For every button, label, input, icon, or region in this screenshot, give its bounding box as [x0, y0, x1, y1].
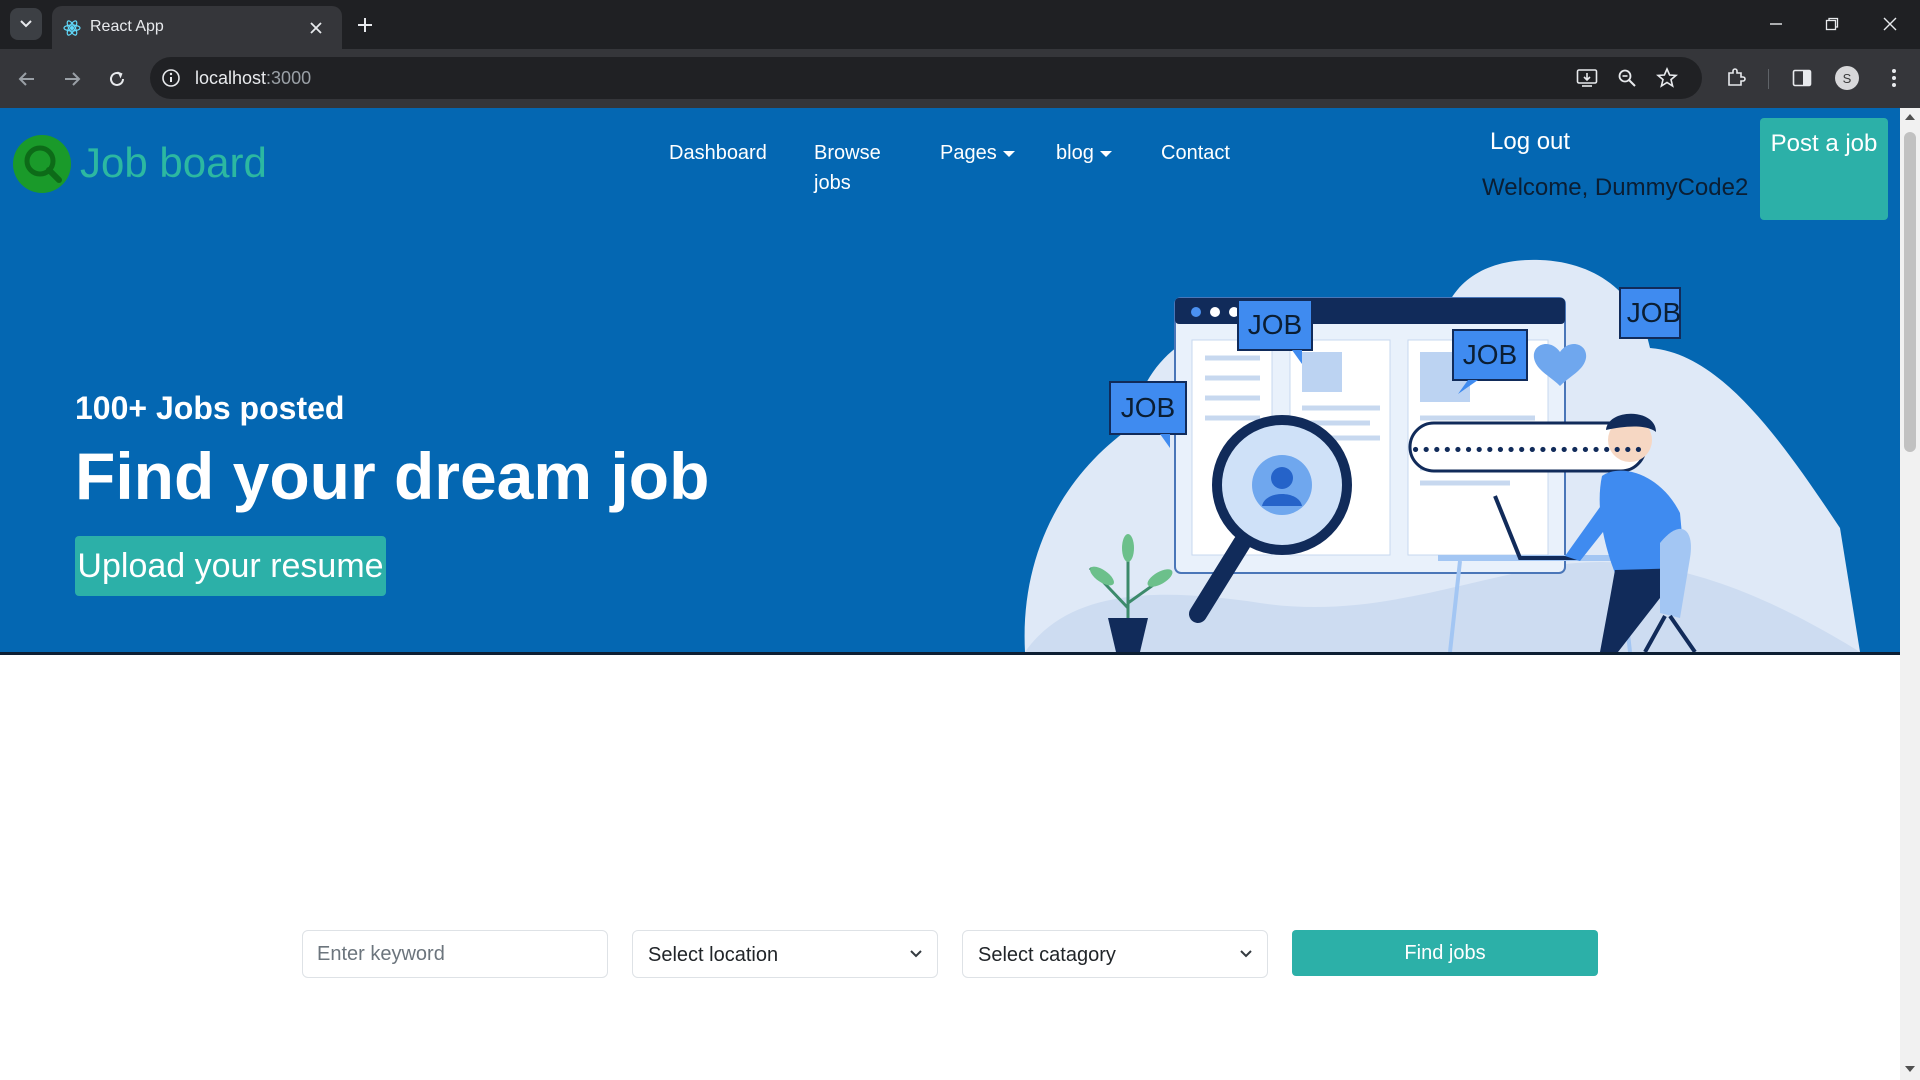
puzzle-icon [1728, 68, 1746, 86]
reload-button[interactable] [100, 62, 134, 96]
nav-browse-jobs[interactable]: Browse jobs [814, 138, 904, 198]
chevron-down-icon [20, 20, 32, 28]
job-bubble-label: JOB [1248, 309, 1302, 340]
scrollbar-thumb[interactable] [1904, 132, 1916, 452]
caret-down-icon [1002, 150, 1015, 157]
close-window-button[interactable] [1870, 10, 1910, 38]
side-panel-button[interactable] [1785, 61, 1819, 95]
url-host: localhost [195, 68, 267, 88]
keyword-input[interactable] [302, 930, 608, 978]
browser-tab[interactable]: React App [52, 6, 342, 49]
extensions-button[interactable] [1719, 61, 1753, 95]
url-port: :3000 [266, 68, 312, 88]
zoom-button[interactable] [1610, 61, 1644, 95]
logo-text[interactable]: Job board [80, 138, 267, 188]
star-icon [1656, 67, 1678, 88]
job-bubble-label: JOB [1121, 392, 1175, 423]
site-info-icon[interactable] [160, 67, 182, 89]
category-select-label: Select catagory [978, 944, 1116, 966]
password-dots: •••••••••••••••••••••• [1410, 440, 1644, 461]
logout-link[interactable]: Log out [1490, 126, 1570, 158]
upload-resume-button[interactable]: Upload your resume [75, 536, 386, 596]
job-bubble-label: JOB [1627, 297, 1681, 328]
nav-contact[interactable]: Contact [1161, 138, 1230, 168]
avatar: S [1835, 66, 1859, 90]
post-job-button[interactable]: Post a job [1760, 118, 1888, 220]
job-bubble-label: JOB [1463, 339, 1517, 370]
job-search-illustration: JOB JOB JOB JOB •••••••••••••••••••••• [1024, 259, 1860, 652]
address-bar[interactable]: localhost:3000 [150, 57, 1702, 99]
install-app-button[interactable] [1570, 61, 1604, 95]
nav-blog-dropdown[interactable]: blog [1056, 138, 1112, 168]
scroll-up-arrow-icon[interactable] [1904, 112, 1916, 122]
chevron-down-icon [910, 950, 922, 958]
location-select[interactable]: Select location [632, 930, 938, 978]
browser-menu-button[interactable] [1877, 61, 1911, 95]
arrow-right-icon [65, 72, 81, 86]
back-button[interactable] [10, 62, 44, 96]
zoom-icon [1618, 69, 1636, 87]
find-jobs-button[interactable]: Find jobs [1292, 930, 1598, 976]
restore-button[interactable] [1812, 10, 1852, 38]
plus-icon [358, 18, 372, 32]
category-select[interactable]: Select catagory [962, 930, 1268, 978]
reload-icon [110, 71, 124, 86]
bookmark-button[interactable] [1650, 61, 1684, 95]
toolbar-divider [1768, 69, 1769, 89]
profile-button[interactable]: S [1830, 61, 1864, 95]
hero-section: 100+ Jobs posted Find your dream job Upl… [0, 228, 1900, 655]
caret-down-icon [1099, 150, 1112, 157]
restore-icon [1825, 17, 1839, 31]
close-icon [310, 22, 322, 34]
site-header: Job board Dashboard Browse jobs Pages bl… [0, 108, 1900, 228]
arrow-left-icon [18, 72, 34, 86]
nav-pages-label: Pages [940, 142, 997, 164]
minimize-button[interactable] [1756, 10, 1796, 38]
browser-tab-bar: React App [0, 0, 1920, 49]
location-select-label: Select location [648, 944, 779, 966]
kebab-menu-icon [1892, 69, 1896, 87]
forward-button[interactable] [55, 62, 89, 96]
tab-close-button[interactable] [306, 18, 326, 38]
hero-title: Find your dream job [75, 439, 710, 513]
page-viewport: Job board Dashboard Browse jobs Pages bl… [0, 108, 1900, 1080]
side-panel-icon [1792, 69, 1812, 87]
tab-title: React App [90, 18, 164, 35]
scroll-down-arrow-icon[interactable] [1904, 1064, 1916, 1074]
close-icon [1883, 17, 1897, 31]
browser-toolbar: localhost:3000 S [0, 49, 1920, 108]
new-tab-button[interactable] [352, 12, 378, 38]
install-app-icon [1576, 69, 1598, 87]
tab-search-button[interactable] [10, 8, 42, 40]
chevron-down-icon [1240, 950, 1252, 958]
url-text: localhost:3000 [195, 67, 311, 89]
info-icon [162, 69, 180, 87]
nav-pages-dropdown[interactable]: Pages [940, 138, 1015, 168]
hero-subtitle: 100+ Jobs posted [75, 390, 345, 426]
logo-search-icon[interactable] [12, 134, 72, 194]
react-icon [63, 20, 81, 36]
page-scrollbar[interactable] [1900, 108, 1920, 1080]
nav-blog-label: blog [1056, 142, 1094, 164]
nav-dashboard[interactable]: Dashboard [669, 138, 767, 168]
welcome-text: Welcome, DummyCode2 [1482, 174, 1749, 201]
minimize-icon [1770, 23, 1782, 25]
